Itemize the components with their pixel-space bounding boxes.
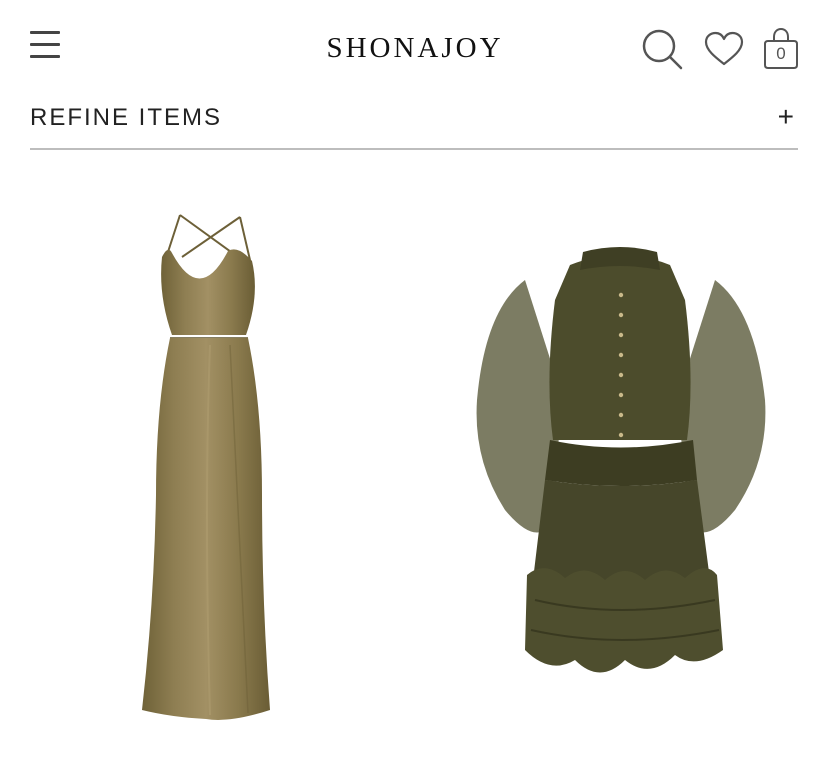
header: SHONAJOY 0: [0, 0, 827, 96]
product-card-2[interactable]: [465, 240, 775, 695]
shopping-bag-icon[interactable]: 0: [762, 27, 800, 71]
brand-logo[interactable]: SHONAJOY: [308, 30, 522, 66]
product-image-satin-maxi-dress: [142, 214, 270, 720]
menu-line: [30, 43, 60, 46]
heart-icon[interactable]: [703, 30, 745, 68]
product-card-1[interactable]: [110, 205, 310, 725]
refine-items-toggle[interactable]: REFINE ITEMS +: [30, 96, 798, 150]
search-icon[interactable]: [640, 27, 684, 71]
menu-line: [30, 31, 60, 34]
refine-items-label: REFINE ITEMS: [30, 104, 223, 131]
page: SHONAJOY 0 REFINE ITEMS +: [0, 0, 827, 759]
bag-count: 0: [776, 44, 786, 63]
expand-icon: +: [777, 101, 794, 132]
product-image-ruffle-mini-dress: [476, 247, 766, 673]
menu-line: [30, 55, 60, 58]
hamburger-menu-icon[interactable]: [30, 31, 60, 61]
